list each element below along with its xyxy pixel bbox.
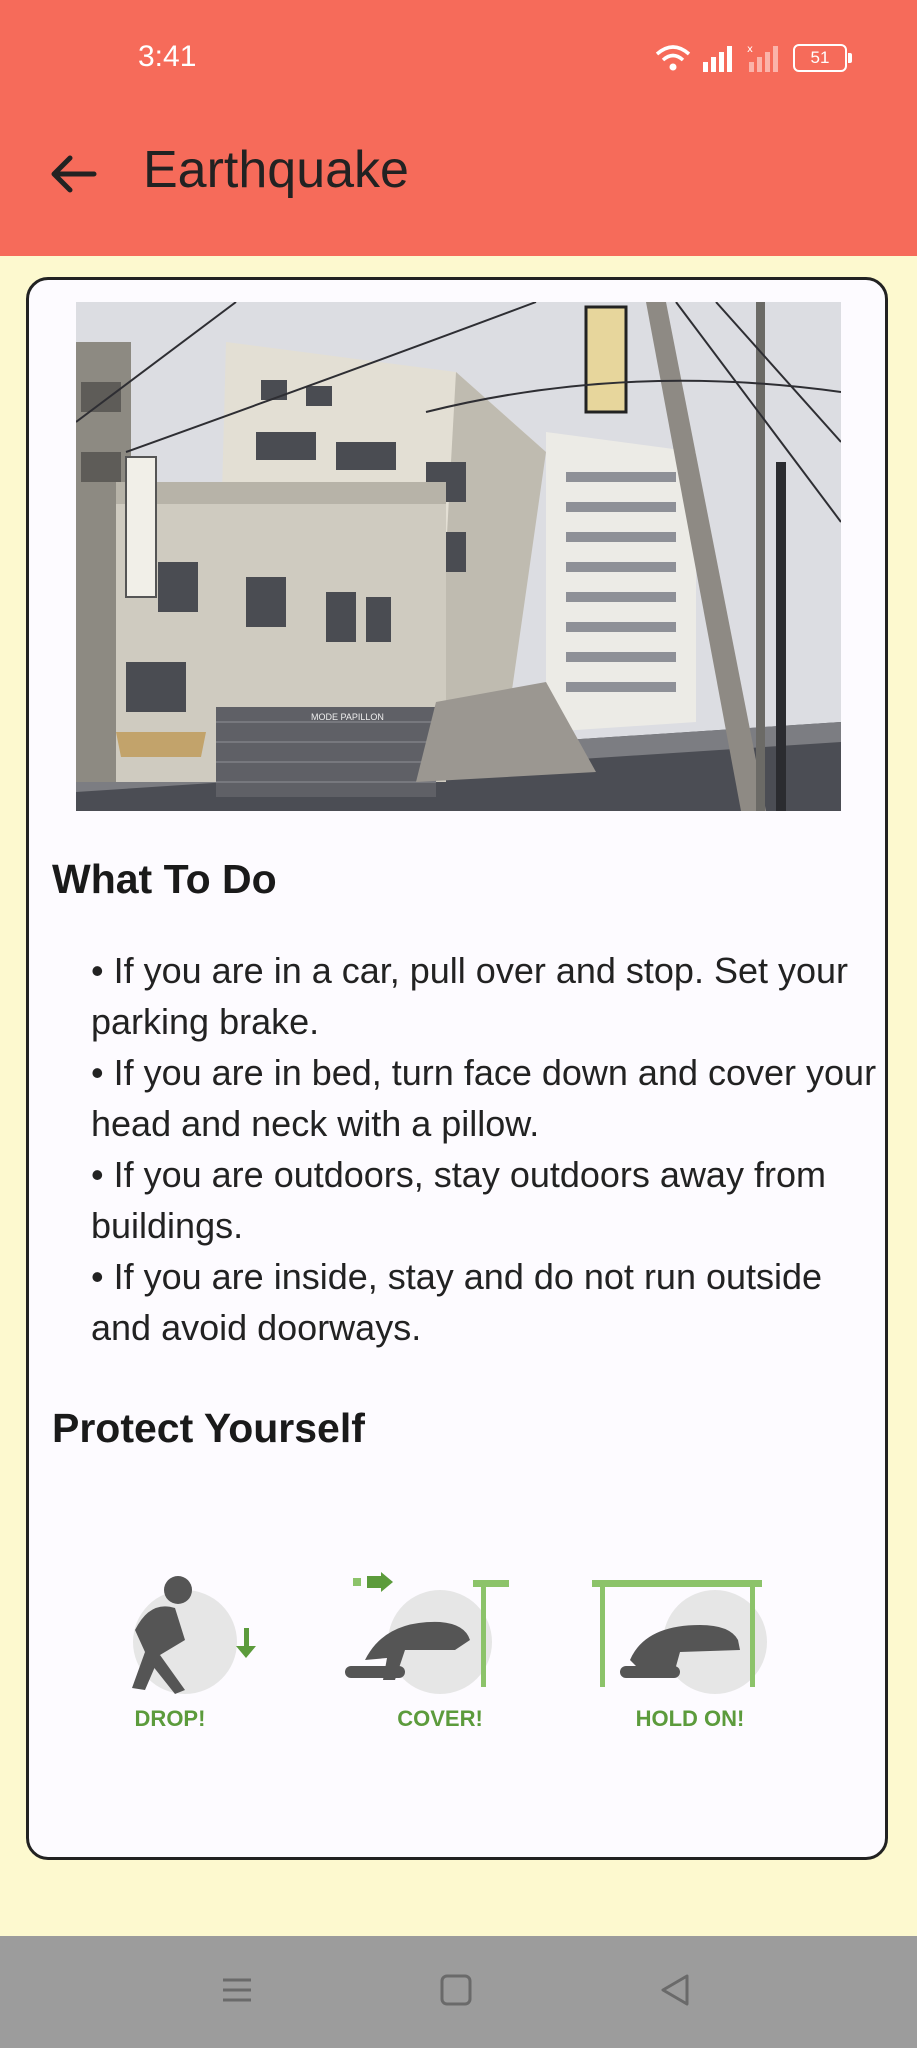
status-time: 3:41 [138,40,197,73]
svg-text:x: x [747,44,753,55]
app-bar: 3:41 x 51 Earthquake [0,0,917,256]
drop-illustration-icon [132,1576,256,1694]
system-nav-bar [0,1936,917,2048]
cover-illustration-icon [345,1572,509,1694]
cover-label: COVER! [397,1706,483,1731]
drop-label: DROP! [134,1706,206,1731]
signal-icon [703,46,732,72]
hold-on-illustration-icon [592,1580,767,1694]
signal-off-icon: x [747,44,778,72]
status-icons: x 51 [655,42,852,74]
home-icon[interactable] [426,1960,486,2020]
list-item: • If you are outdoors, stay outdoors awa… [91,1154,826,1246]
back-arrow-icon[interactable] [46,148,98,200]
what-to-do-title: What To Do [52,856,277,902]
list-item: • If you are in a car, pull over and sto… [91,950,849,1042]
what-to-do-list: • If you are in a car, pull over and sto… [91,945,881,1353]
earthquake-photo: MODE PAPILLON [76,302,841,811]
list-item: • If you are inside, stay and do not run… [91,1256,823,1348]
battery-icon: 51 [793,44,852,72]
hold-on-label: HOLD ON! [635,1706,745,1731]
protect-steps-illustration: DROP! COVER! HOLD ON! [90,1570,810,1740]
wifi-icon [655,45,691,71]
menu-icon[interactable] [207,1960,267,2020]
back-nav-icon[interactable] [645,1960,705,2020]
protect-yourself-title: Protect Yourself [52,1405,365,1451]
photo-sign-text: MODE PAPILLON [311,712,384,722]
list-item: • If you are in bed, turn face down and … [91,1052,877,1144]
page-title: Earthquake [143,141,409,199]
